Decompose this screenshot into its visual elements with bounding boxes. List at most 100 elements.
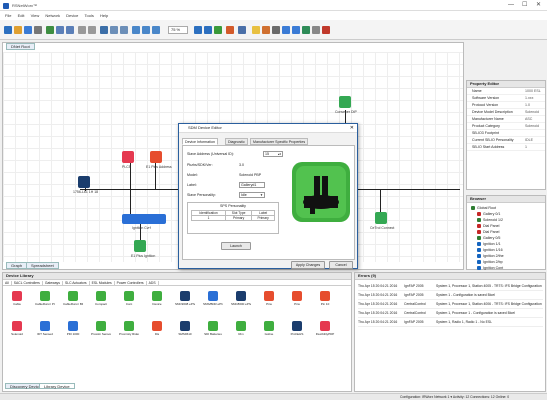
- list-icon[interactable]: [110, 26, 118, 34]
- online-icon[interactable]: [194, 26, 202, 34]
- download-icon[interactable]: [226, 26, 234, 34]
- print-icon[interactable]: [34, 26, 42, 34]
- table-row[interactable]: 1 Primary Primary: [191, 215, 275, 221]
- library-device-item[interactable]: Pin 10: [315, 291, 335, 306]
- library-device-item[interactable]: SMC8600 ePhase: [231, 291, 251, 306]
- menu-edit[interactable]: Edit: [18, 13, 25, 18]
- property-row[interactable]: Current SB-IO Personality IDLE: [467, 137, 545, 144]
- topology-icon[interactable]: [292, 26, 300, 34]
- library-device-item[interactable]: SMC9608 ePhase: [175, 291, 195, 306]
- undo-icon[interactable]: [78, 26, 86, 34]
- table-icon[interactable]: [120, 26, 128, 34]
- library-device-item[interactable]: Rim: [231, 321, 251, 336]
- menu-tools[interactable]: Tools: [85, 13, 94, 18]
- menu-file[interactable]: File: [5, 13, 11, 18]
- browser-item[interactable]: Ignition Cont: [467, 265, 545, 271]
- canvas-tab[interactable]: DNet Root: [6, 43, 35, 50]
- device-controller-icon[interactable]: [78, 176, 90, 188]
- library-device-item[interactable]: IDT Sensed: [35, 321, 55, 336]
- paste-icon[interactable]: [66, 26, 74, 34]
- library-device-item[interactable]: Dis: [147, 321, 167, 336]
- library-device-item[interactable]: CableRunnr BRL: [63, 291, 83, 306]
- open-icon[interactable]: [14, 26, 22, 34]
- error-row[interactable]: Thu Apr 15 20:04:21 2016 CentralControl Sy…: [358, 310, 543, 318]
- device-e1-ignition-icon[interactable]: [134, 240, 146, 252]
- library-device-item[interactable]: Cont: [119, 291, 139, 306]
- upload-icon[interactable]: [214, 26, 222, 34]
- library-device-item[interactable]: PDI 1000: [63, 321, 83, 336]
- spinner-icon[interactable]: ▴▾: [278, 152, 281, 157]
- library-device-item[interactable]: Pins: [287, 291, 307, 306]
- zoom-fit-icon[interactable]: [152, 26, 160, 34]
- dialog-close-button[interactable]: ✕: [350, 124, 354, 132]
- library-device-item[interactable]: Proxsln Sensor: [91, 321, 111, 336]
- select-icon[interactable]: [262, 26, 270, 34]
- library-tab[interactable]: SACL Controllers: [12, 281, 43, 286]
- library-tab[interactable]: ESL Modules: [90, 281, 115, 286]
- copy-icon[interactable]: [56, 26, 64, 34]
- launch-button[interactable]: Launch: [221, 242, 251, 250]
- library-device-item[interactable]: CableRunnr PVA: [35, 291, 55, 306]
- library-device-tab[interactable]: Library Device: [39, 383, 75, 389]
- settings-icon[interactable]: [312, 26, 320, 34]
- library-device-item[interactable]: Isoline: [259, 321, 279, 336]
- apply-changes-button[interactable]: Apply Changes: [291, 261, 325, 269]
- library-device-item[interactable]: Cable: [7, 291, 27, 306]
- library-device-item[interactable]: SMS9610: [175, 321, 195, 336]
- library-device-item[interactable]: Pins: [259, 291, 279, 306]
- property-row[interactable]: Product Category Solenoid: [467, 123, 545, 130]
- library-device-item[interactable]: Solenoid: [7, 321, 27, 336]
- menu-view[interactable]: View: [31, 13, 40, 18]
- library-device-item[interactable]: FlexibilityPDP: [315, 321, 335, 336]
- device-plc-icon[interactable]: [122, 151, 134, 163]
- slave-address-input[interactable]: 15 ▴▾: [263, 151, 283, 157]
- property-row[interactable]: Device Model Description Solenoid: [467, 109, 545, 116]
- minimize-button[interactable]: —: [508, 2, 514, 9]
- label-input[interactable]: Galleryd1: [239, 182, 265, 188]
- library-device-item[interactable]: Proximity Rider: [119, 321, 139, 336]
- device-cetrol-icon[interactable]: [375, 212, 387, 224]
- library-device-item[interactable]: SMS/BDR ePhase: [203, 291, 223, 306]
- property-row[interactable]: Name 1000 ESL: [467, 88, 545, 95]
- error-row[interactable]: Thu Apr 15 20:04:21 2016 CentralControl Sy…: [358, 301, 543, 309]
- library-tab[interactable]: All: [3, 281, 12, 286]
- error-row[interactable]: Thu Apr 15 20:04:21 2016 IgnFAP 2005 Syste…: [358, 319, 543, 327]
- menu-device[interactable]: Device: [66, 13, 78, 18]
- error-row[interactable]: Thu Apr 15 20:04:21 2016 IgnFAP 2005 Syste…: [358, 292, 543, 300]
- library-device-item[interactable]: Device: [147, 291, 167, 306]
- device-e1plus-icon[interactable]: [150, 151, 162, 163]
- menu-help[interactable]: Help: [100, 13, 108, 18]
- close-button[interactable]: ✕: [536, 2, 541, 9]
- property-row[interactable]: Protocol Version 1.0: [467, 102, 545, 109]
- device-conveyer-icon[interactable]: [339, 96, 351, 108]
- properties-icon[interactable]: [238, 26, 246, 34]
- maximize-button[interactable]: ☐: [522, 2, 527, 9]
- tab-manufacturer-specific[interactable]: Manufacturer Specific Properties: [250, 138, 309, 145]
- cut-icon[interactable]: [46, 26, 54, 34]
- slave-personality-select[interactable]: Idle ▼: [239, 192, 265, 198]
- property-row[interactable]: SB-IO3 Footprint: [467, 130, 545, 137]
- tab-diagnostic[interactable]: Diagnostic: [225, 138, 248, 145]
- zoom-out-icon[interactable]: [142, 26, 150, 34]
- zoom-select[interactable]: 75 %: [168, 26, 188, 34]
- connect-icon[interactable]: [282, 26, 290, 34]
- refresh-icon[interactable]: [302, 26, 310, 34]
- grid-icon[interactable]: [100, 26, 108, 34]
- library-device-item[interactable]: SDI Batteries: [203, 321, 223, 336]
- stop-icon[interactable]: [322, 26, 330, 34]
- new-icon[interactable]: [4, 26, 12, 34]
- library-tab[interactable]: Power Controllers: [115, 281, 147, 286]
- save-icon[interactable]: [24, 26, 32, 34]
- zoom-in-icon[interactable]: [132, 26, 140, 34]
- tab-device-information[interactable]: Device Information: [182, 138, 218, 145]
- pan-icon[interactable]: [272, 26, 280, 34]
- library-tab[interactable]: ADS: [147, 281, 159, 286]
- menu-network[interactable]: Network: [45, 13, 60, 18]
- library-device-item[interactable]: ProfileHS: [287, 321, 307, 336]
- redo-icon[interactable]: [88, 26, 96, 34]
- property-row[interactable]: Manufacturer Name ASC: [467, 116, 545, 123]
- library-tab[interactable]: Gateways: [43, 281, 63, 286]
- property-row[interactable]: Software Version 1.xxx: [467, 95, 545, 102]
- library-tab[interactable]: SLC Actuators: [63, 281, 90, 286]
- graph-tab[interactable]: Graph: [6, 262, 28, 269]
